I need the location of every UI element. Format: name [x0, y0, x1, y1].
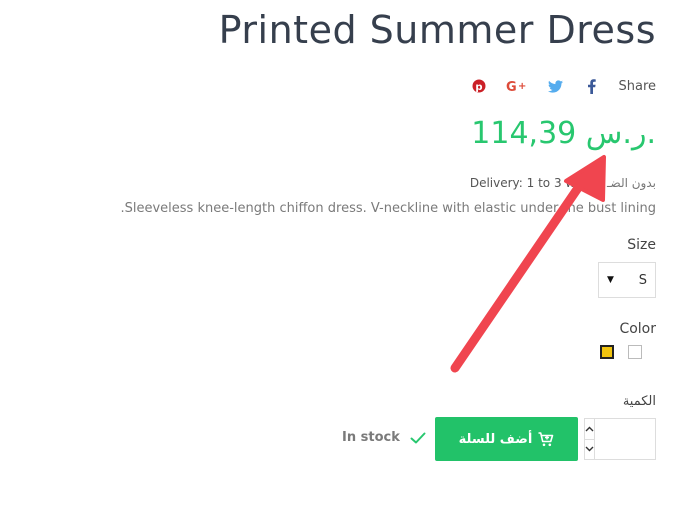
svg-text:+: +	[518, 81, 526, 92]
svg-text:p: p	[476, 82, 483, 93]
quantity-input[interactable]	[595, 419, 686, 459]
add-to-cart-label: أضف للسلة	[458, 431, 533, 447]
svg-text:G: G	[506, 80, 517, 93]
stock-status: In stock	[342, 430, 426, 445]
decrement-button[interactable]	[585, 438, 594, 460]
product-description: .Sleeveless knee-length chiffon dress. V…	[120, 201, 656, 216]
stock-label: In stock	[342, 430, 400, 445]
product-price: 114,39 ر.س.	[471, 116, 656, 151]
caret-down-icon: ▼	[607, 275, 614, 285]
size-label: Size	[627, 237, 656, 253]
color-label: Color	[619, 321, 656, 337]
quantity-label: الكمية	[622, 394, 656, 409]
quantity-step-buttons	[585, 419, 595, 459]
share-row: Share G + p	[470, 74, 656, 98]
increment-button[interactable]	[585, 419, 594, 439]
size-select[interactable]: ▼ S	[598, 262, 656, 298]
chevron-up-icon	[585, 426, 594, 432]
pinterest-icon[interactable]: p	[470, 77, 488, 95]
share-label: Share	[618, 78, 656, 94]
product-title: Printed Summer Dress	[218, 8, 656, 52]
quantity-stepper	[584, 418, 686, 460]
color-swatch-white[interactable]	[628, 345, 642, 359]
twitter-icon[interactable]	[546, 77, 564, 95]
delivery-info: Delivery: 1 to 3 weeks بدون الضـ	[470, 176, 656, 190]
google-plus-icon[interactable]: G +	[506, 77, 528, 95]
cart-plus-icon	[538, 431, 554, 446]
delivery-time: Delivery: 1 to 3 weeks	[469, 176, 604, 190]
chevron-down-icon	[585, 446, 594, 452]
add-to-cart-button[interactable]: أضف للسلة	[435, 417, 578, 461]
facebook-icon[interactable]	[582, 77, 600, 95]
delivery-prefix: بدون الضـ	[607, 176, 656, 190]
check-icon	[410, 432, 426, 443]
size-selected-value: S	[638, 272, 647, 288]
color-swatch-yellow[interactable]	[600, 345, 614, 359]
